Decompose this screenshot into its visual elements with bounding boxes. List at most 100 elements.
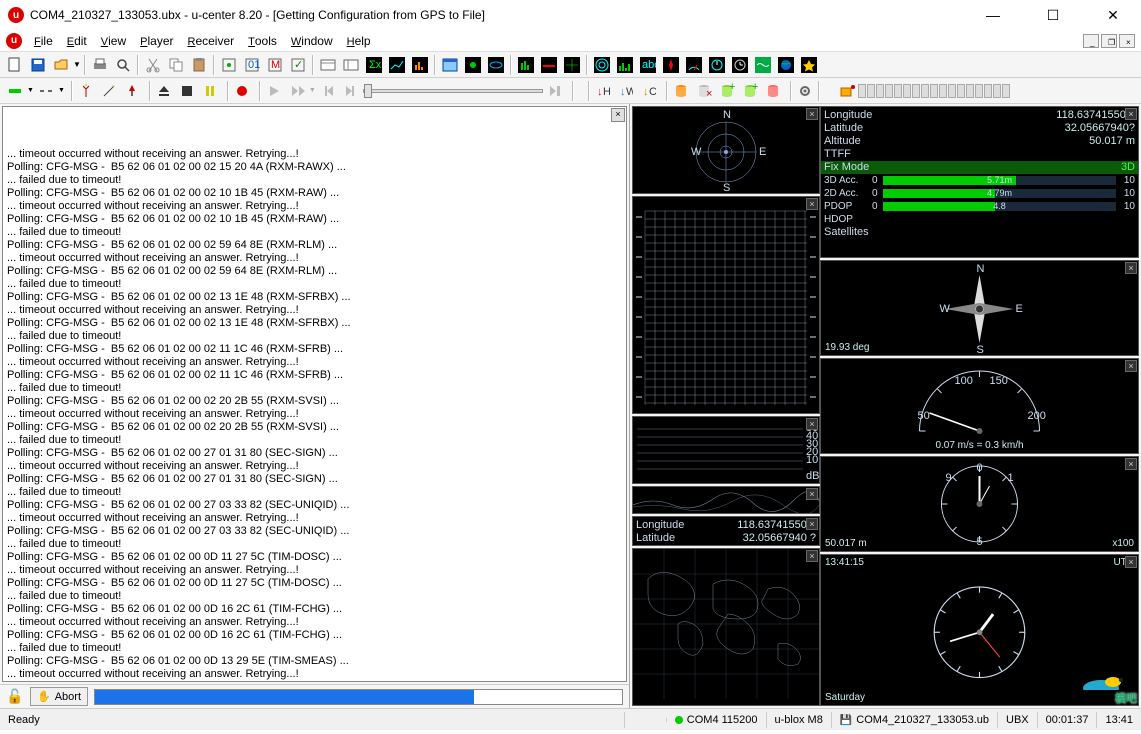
db-3-icon[interactable]: +	[716, 80, 738, 102]
cut-button[interactable]	[142, 54, 164, 76]
disconnect-button[interactable]	[35, 80, 57, 102]
minimize-button[interactable]: —	[973, 7, 1013, 24]
tool-2[interactable]: 01	[241, 54, 263, 76]
alt-value: 50.017 m	[825, 538, 867, 549]
panel-close[interactable]: ×	[806, 198, 818, 210]
tool-1[interactable]	[218, 54, 240, 76]
record-button[interactable]	[231, 80, 253, 102]
altimeter-panel[interactable]: × 0 1 5 9 50.017 m	[820, 456, 1139, 552]
view-sky[interactable]	[591, 54, 613, 76]
panel-close[interactable]: ×	[1125, 360, 1137, 372]
signal-bars-panel[interactable]: × 50 40 30 20 10 dB	[632, 416, 820, 484]
close-button[interactable]: ✕	[1093, 7, 1133, 24]
menu-tools[interactable]: Tools	[242, 32, 283, 50]
marker-h[interactable]: ↓H	[592, 80, 614, 102]
win-2[interactable]	[462, 54, 484, 76]
pause-button[interactable]	[199, 80, 221, 102]
win-3[interactable]	[485, 54, 507, 76]
menu-file[interactable]: File	[28, 32, 59, 50]
launch-icon[interactable]	[121, 80, 143, 102]
svg-text:01: 01	[248, 59, 260, 71]
panel-close[interactable]: ×	[806, 108, 818, 120]
view-c[interactable]: Σx	[363, 54, 385, 76]
progress-slider[interactable]	[363, 89, 543, 93]
log-close-button[interactable]: ×	[611, 108, 625, 122]
marker-w[interactable]: ↓W	[615, 80, 637, 102]
panel-close[interactable]: ×	[1125, 458, 1137, 470]
view-a[interactable]	[317, 54, 339, 76]
world-map-panel[interactable]: ×	[632, 548, 820, 706]
view-speed[interactable]	[683, 54, 705, 76]
step-button[interactable]	[286, 80, 308, 102]
mdi-min-button[interactable]: _	[1083, 34, 1099, 48]
win-4[interactable]	[515, 54, 537, 76]
mdi-close-button[interactable]: ×	[1119, 34, 1135, 48]
geo-panel[interactable]: × Longitude118.63741550 ? Latitude32.056…	[632, 516, 820, 546]
db-4-icon[interactable]: +	[739, 80, 761, 102]
speedometer-panel[interactable]: × 50 100 150 200 0.07 m/s = 0.3 km/h	[820, 358, 1139, 454]
connect-button[interactable]	[4, 80, 26, 102]
view-compass[interactable]	[660, 54, 682, 76]
panel-close[interactable]: ×	[806, 518, 818, 530]
horizon-panel[interactable]: ×	[632, 486, 820, 514]
lock-icon[interactable]: 🔓	[6, 688, 24, 705]
compass-panel[interactable]: × N S W E 19.93 deg	[820, 260, 1139, 356]
wand-icon[interactable]	[98, 80, 120, 102]
log-window[interactable]: × ... timeout occurred without receiving…	[2, 106, 627, 682]
db-5-icon[interactable]	[762, 80, 784, 102]
view-clock[interactable]	[729, 54, 751, 76]
play-button[interactable]	[263, 80, 285, 102]
skip-back-button[interactable]	[317, 80, 339, 102]
panel-close[interactable]: ×	[806, 418, 818, 430]
clock-panel[interactable]: × 13:41:15 UTC Saturday	[820, 554, 1139, 706]
win-6[interactable]	[561, 54, 583, 76]
panel-close[interactable]: ×	[1125, 556, 1137, 568]
tool-3[interactable]: M	[264, 54, 286, 76]
meter-icon[interactable]	[836, 80, 858, 102]
view-data[interactable]: abc	[637, 54, 659, 76]
data-panel[interactable]: × Longitude118.63741550 ? Latitude32.056…	[820, 106, 1139, 258]
panel-close[interactable]: ×	[1125, 108, 1137, 120]
view-alt[interactable]	[706, 54, 728, 76]
panel-close[interactable]: ×	[1125, 262, 1137, 274]
eject-button[interactable]	[153, 80, 175, 102]
view-d[interactable]	[386, 54, 408, 76]
menu-view[interactable]: View	[95, 32, 132, 50]
abort-button[interactable]: Abort	[30, 687, 88, 706]
menu-player[interactable]: Player	[134, 32, 179, 50]
copy-button[interactable]	[165, 54, 187, 76]
view-extra[interactable]	[798, 54, 820, 76]
grid-panel[interactable]: ×	[632, 196, 820, 414]
menu-window[interactable]: Window	[285, 32, 339, 50]
antenna-icon[interactable]	[75, 80, 97, 102]
skip-fwd-button[interactable]	[340, 80, 362, 102]
view-e[interactable]	[409, 54, 431, 76]
view-bars[interactable]	[614, 54, 636, 76]
gear-icon[interactable]	[794, 80, 816, 102]
panel-close[interactable]: ×	[806, 550, 818, 562]
menu-edit[interactable]: Edit	[61, 32, 93, 50]
end-button[interactable]	[544, 80, 566, 102]
win-5[interactable]	[538, 54, 560, 76]
new-button[interactable]	[4, 54, 26, 76]
win-1[interactable]	[439, 54, 461, 76]
marker-c[interactable]: ↓C	[638, 80, 660, 102]
panel-close[interactable]: ×	[806, 488, 818, 500]
sky-compass-panel[interactable]: × N S W E	[632, 106, 820, 194]
menu-receiver[interactable]: Receiver	[182, 32, 241, 50]
print-preview-button[interactable]	[112, 54, 134, 76]
view-map[interactable]	[752, 54, 774, 76]
tool-4[interactable]: ✓	[287, 54, 309, 76]
db-1-icon[interactable]	[670, 80, 692, 102]
mdi-restore-button[interactable]: ❐	[1101, 34, 1117, 48]
paste-button[interactable]	[188, 54, 210, 76]
save-button[interactable]	[27, 54, 49, 76]
stop-button[interactable]	[176, 80, 198, 102]
view-b[interactable]	[340, 54, 362, 76]
open-button[interactable]	[50, 54, 72, 76]
print-button[interactable]	[89, 54, 111, 76]
view-world[interactable]	[775, 54, 797, 76]
maximize-button[interactable]: ☐	[1033, 7, 1073, 24]
menu-help[interactable]: Help	[341, 32, 377, 50]
db-2-icon[interactable]: ×	[693, 80, 715, 102]
